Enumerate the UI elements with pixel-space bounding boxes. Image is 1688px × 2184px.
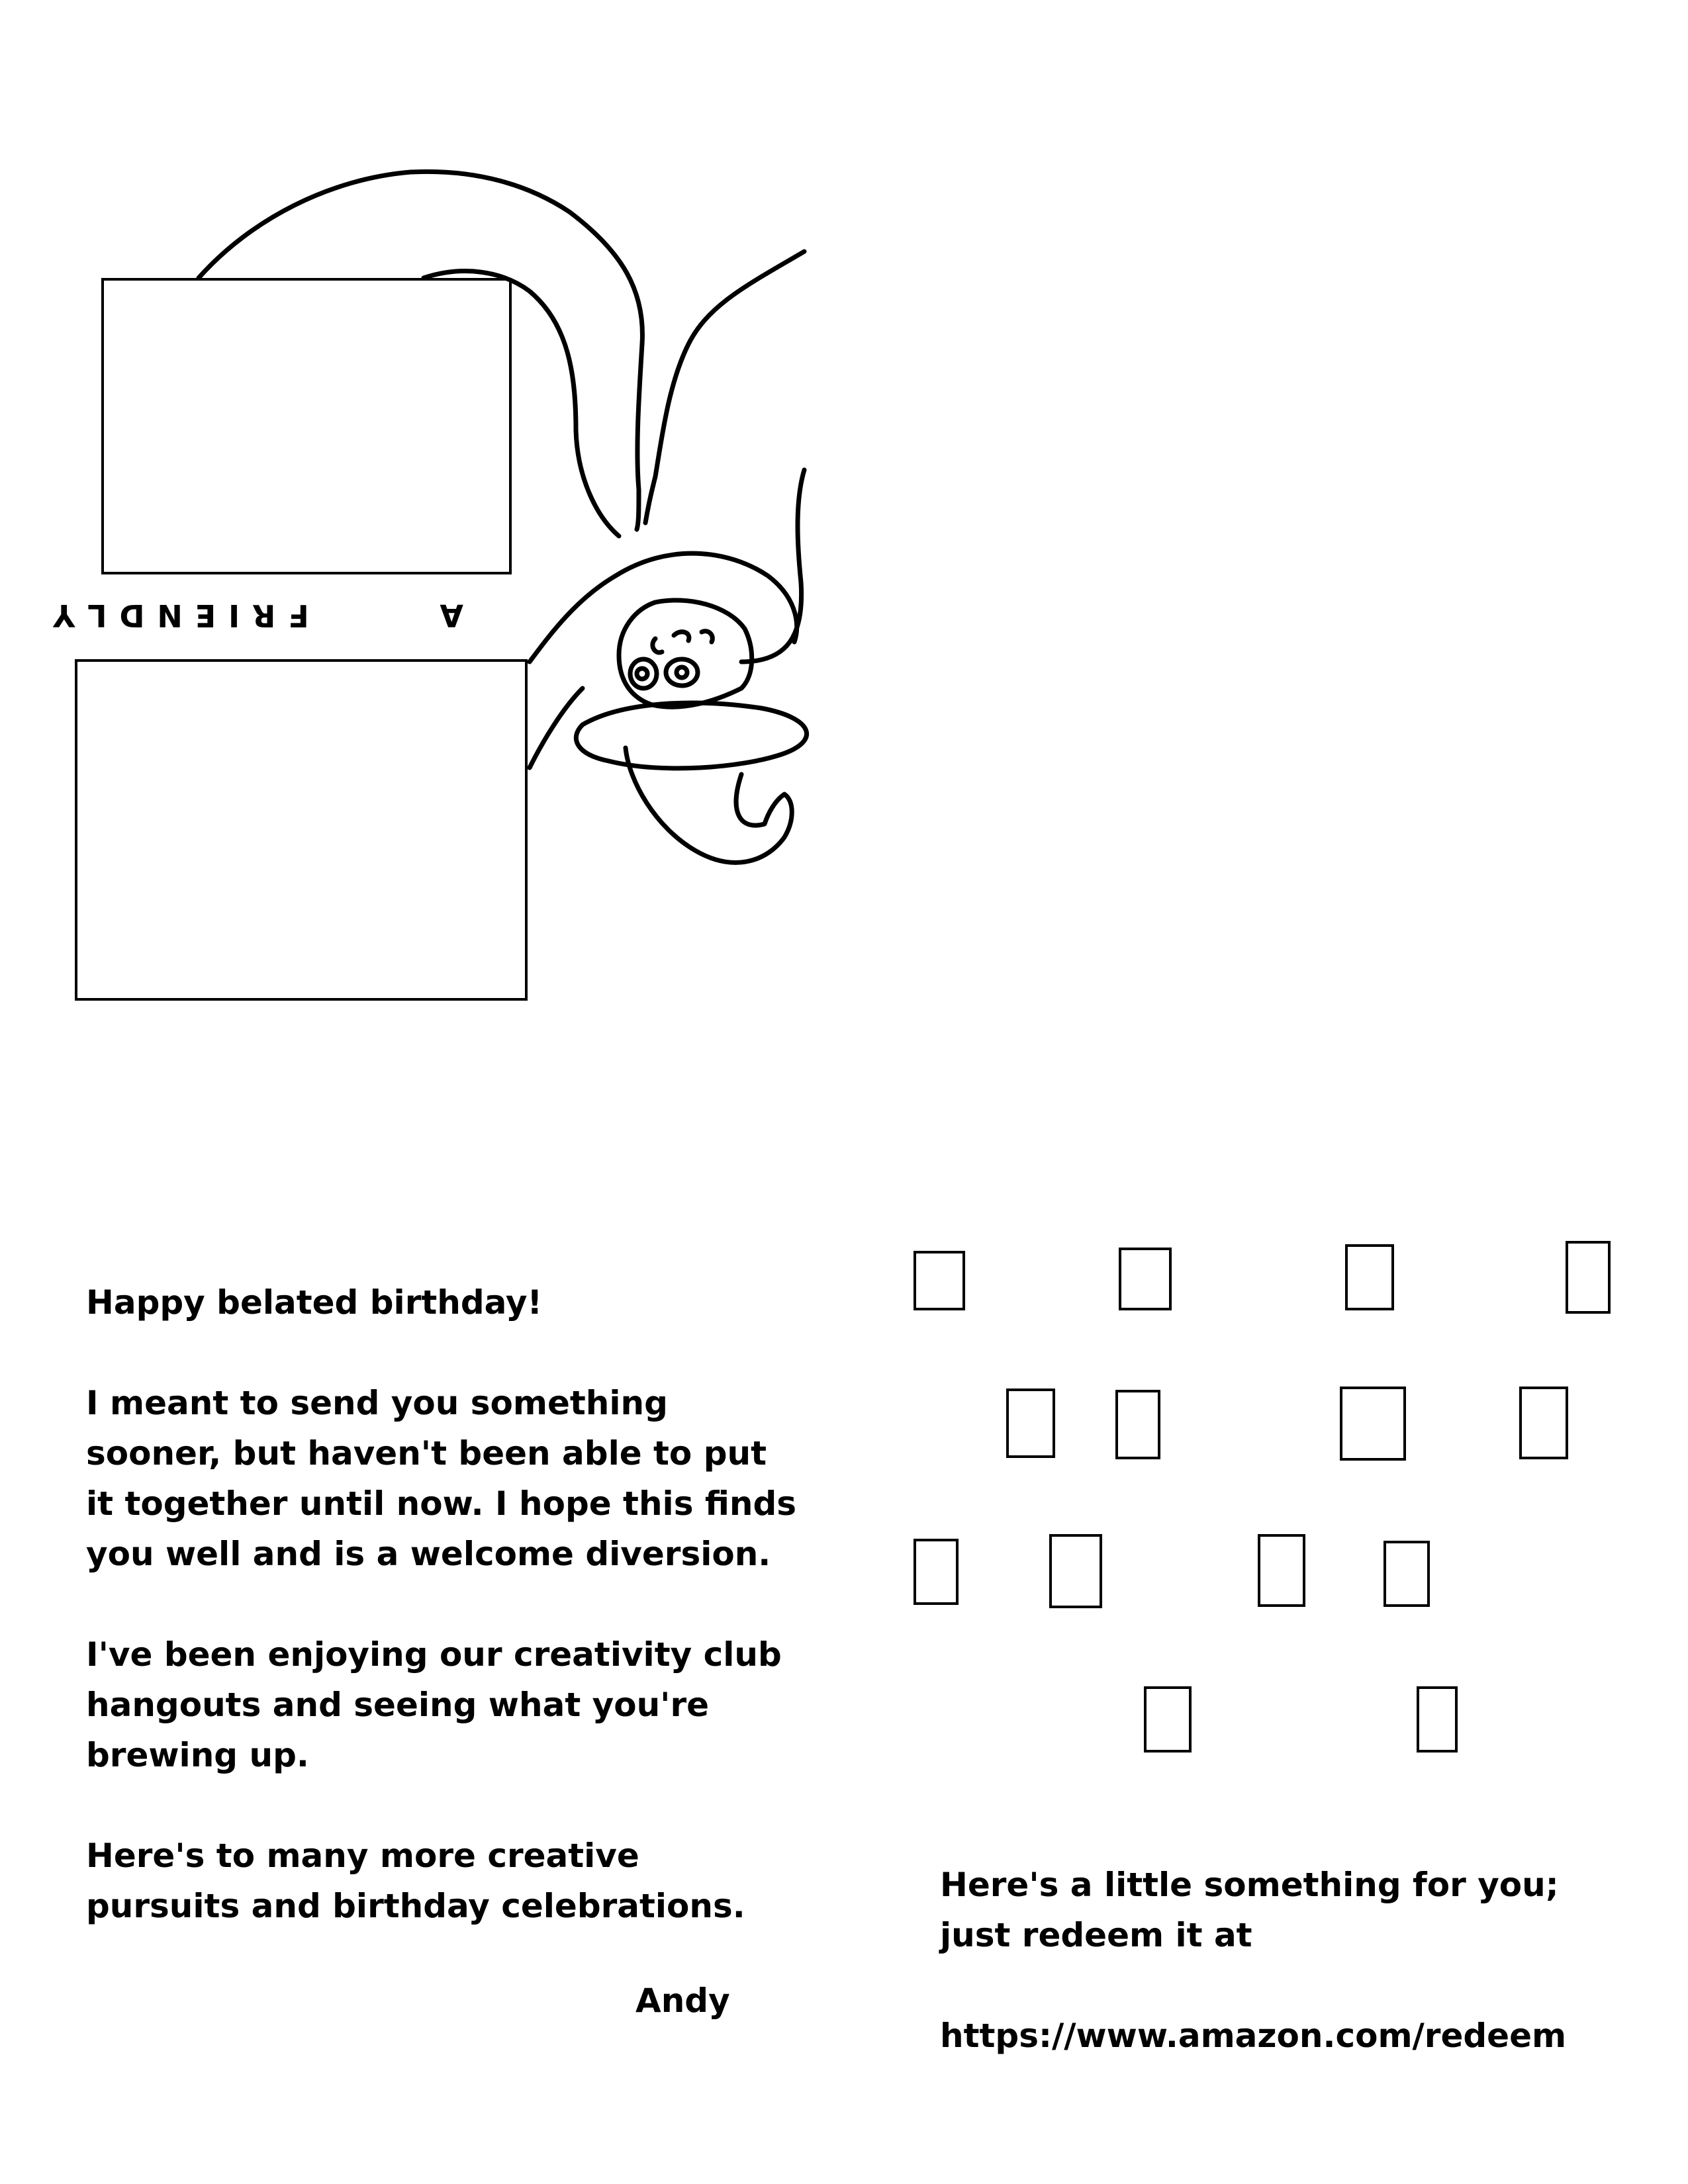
missing-glyph-box-icon <box>1345 1244 1394 1310</box>
message-paragraph: Here's to many more creative pursuits an… <box>86 1837 745 1925</box>
missing-glyph-box-icon <box>1144 1686 1192 1752</box>
rotated-letter: R <box>252 598 276 633</box>
rotated-letter: Y <box>53 598 75 633</box>
rotated-letter: L <box>87 598 107 633</box>
redeem-url[interactable]: https://www.amazon.com/redeem <box>940 2011 1635 2061</box>
rotated-letter: D <box>119 598 145 633</box>
missing-glyph-box-icon <box>1115 1390 1160 1459</box>
missing-glyph-box-icon <box>1519 1387 1568 1459</box>
missing-glyph-box-icon <box>914 1251 965 1310</box>
rotated-letter: A <box>440 598 463 633</box>
rotated-letter: I <box>228 598 240 633</box>
gift-instructions: Here's a little something for you; just … <box>940 1860 1635 2111</box>
missing-glyph-box-icon <box>914 1539 959 1605</box>
message-paragraph: I've been enjoying our creativity club h… <box>86 1635 782 1774</box>
missing-glyph-box-icon <box>1258 1534 1305 1607</box>
card-cover-art: A F R I E N D L Y <box>0 0 844 1092</box>
missing-glyph-box-icon <box>1119 1248 1172 1310</box>
birthday-message: Happy belated birthday! I meant to send … <box>86 1277 801 1981</box>
message-paragraph: I meant to send you something sooner, bu… <box>86 1384 797 1573</box>
greeting: Happy belated birthday! <box>86 1283 543 1322</box>
photo-frame-bottom <box>75 659 528 1001</box>
missing-glyph-box-icon <box>1566 1241 1611 1314</box>
missing-glyph-box-icon <box>1383 1541 1430 1607</box>
friendly-rotated-text: A F R I E N D L Y <box>53 596 463 635</box>
gift-line: Here's a little something for you; just … <box>940 1866 1559 1954</box>
missing-glyph-box-icon <box>1049 1534 1102 1608</box>
rotated-letter: N <box>157 598 183 633</box>
signature: Andy <box>635 1981 730 2020</box>
rotated-letter: E <box>195 598 216 633</box>
rotated-letter: F <box>288 598 309 633</box>
missing-glyph-box-icon <box>1006 1388 1055 1458</box>
missing-glyph-box-icon <box>1340 1387 1406 1461</box>
missing-glyph-box-icon <box>1417 1686 1458 1752</box>
photo-frame-top <box>101 278 512 574</box>
